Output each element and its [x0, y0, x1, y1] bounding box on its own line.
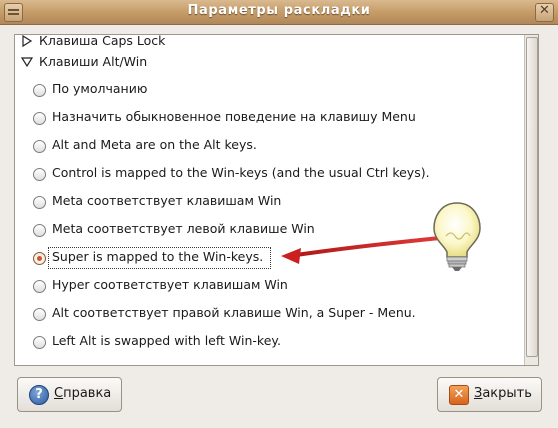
radio-button-selected[interactable]	[33, 252, 46, 265]
option-label: По умолчанию	[52, 81, 148, 96]
option-alt-right-win[interactable]: Alt соответствует правой клавише Win, а …	[15, 303, 523, 325]
close-button-label: Закрыть	[474, 386, 532, 401]
radio-button[interactable]	[33, 112, 46, 125]
radio-button[interactable]	[33, 336, 46, 349]
option-label: Meta соответствует клавишам Win	[52, 193, 282, 208]
radio-button[interactable]	[33, 196, 46, 209]
radio-button[interactable]	[33, 168, 46, 181]
option-default[interactable]: По умолчанию	[15, 79, 523, 101]
option-label: Hyper соответствует клавишам Win	[52, 277, 288, 292]
option-label: Super is mapped to the Win-keys.	[52, 249, 264, 264]
option-meta-win[interactable]: Meta соответствует клавишам Win	[15, 191, 523, 213]
option-label: Control is mapped to the Win-keys (and t…	[52, 165, 430, 180]
expander-expanded-icon[interactable]	[21, 56, 33, 68]
radio-button[interactable]	[33, 308, 46, 321]
option-label: Alt and Meta are on the Alt keys.	[52, 137, 257, 152]
option-label: Alt соответствует правой клавише Win, а …	[52, 305, 416, 320]
option-meta-left-win[interactable]: Meta соответствует левой клавише Win	[15, 219, 523, 241]
layout-options-tree[interactable]: Клавиша Caps Lock Клавиши Alt/Win По умо…	[14, 34, 539, 366]
option-label: Left Alt is swapped with left Win-key.	[52, 333, 281, 348]
help-icon	[29, 385, 49, 405]
radio-button[interactable]	[33, 280, 46, 293]
option-label: Назначить обыкновенное поведение на клав…	[52, 109, 416, 124]
close-button[interactable]: Закрыть	[437, 377, 542, 412]
window-close-icon[interactable]: ✕	[535, 3, 554, 22]
close-icon	[449, 385, 469, 405]
option-left-alt-swap[interactable]: Left Alt is swapped with left Win-key.	[15, 331, 523, 353]
tree-group-label: Клавиши Alt/Win	[39, 54, 148, 69]
option-control-win[interactable]: Control is mapped to the Win-keys (and t…	[15, 163, 523, 185]
scrollbar-thumb[interactable]	[526, 37, 538, 357]
window-title: Параметры раскладки	[187, 3, 371, 18]
option-menu-key[interactable]: Назначить обыкновенное поведение на клав…	[15, 107, 523, 129]
option-super-win[interactable]: Super is mapped to the Win-keys.	[15, 247, 523, 269]
option-hyper-win[interactable]: Hyper соответствует клавишам Win	[15, 275, 523, 297]
help-button-label: Справка	[54, 386, 112, 401]
vertical-scrollbar[interactable]	[524, 35, 538, 365]
option-alt-meta[interactable]: Alt and Meta are on the Alt keys.	[15, 135, 523, 157]
tree-group-caps-lock[interactable]: Клавиша Caps Lock	[15, 34, 523, 53]
tree-group-alt-win[interactable]: Клавиши Alt/Win	[15, 52, 523, 74]
option-label: Meta соответствует левой клавише Win	[52, 221, 315, 236]
radio-button[interactable]	[33, 84, 46, 97]
title-bar[interactable]: Параметры раскладки ✕	[0, 0, 558, 25]
radio-button[interactable]	[33, 140, 46, 153]
tree-group-label: Клавиша Caps Lock	[39, 34, 166, 48]
help-button[interactable]: Справка	[17, 377, 122, 412]
radio-button[interactable]	[33, 224, 46, 237]
expander-collapsed-icon[interactable]	[21, 35, 33, 47]
